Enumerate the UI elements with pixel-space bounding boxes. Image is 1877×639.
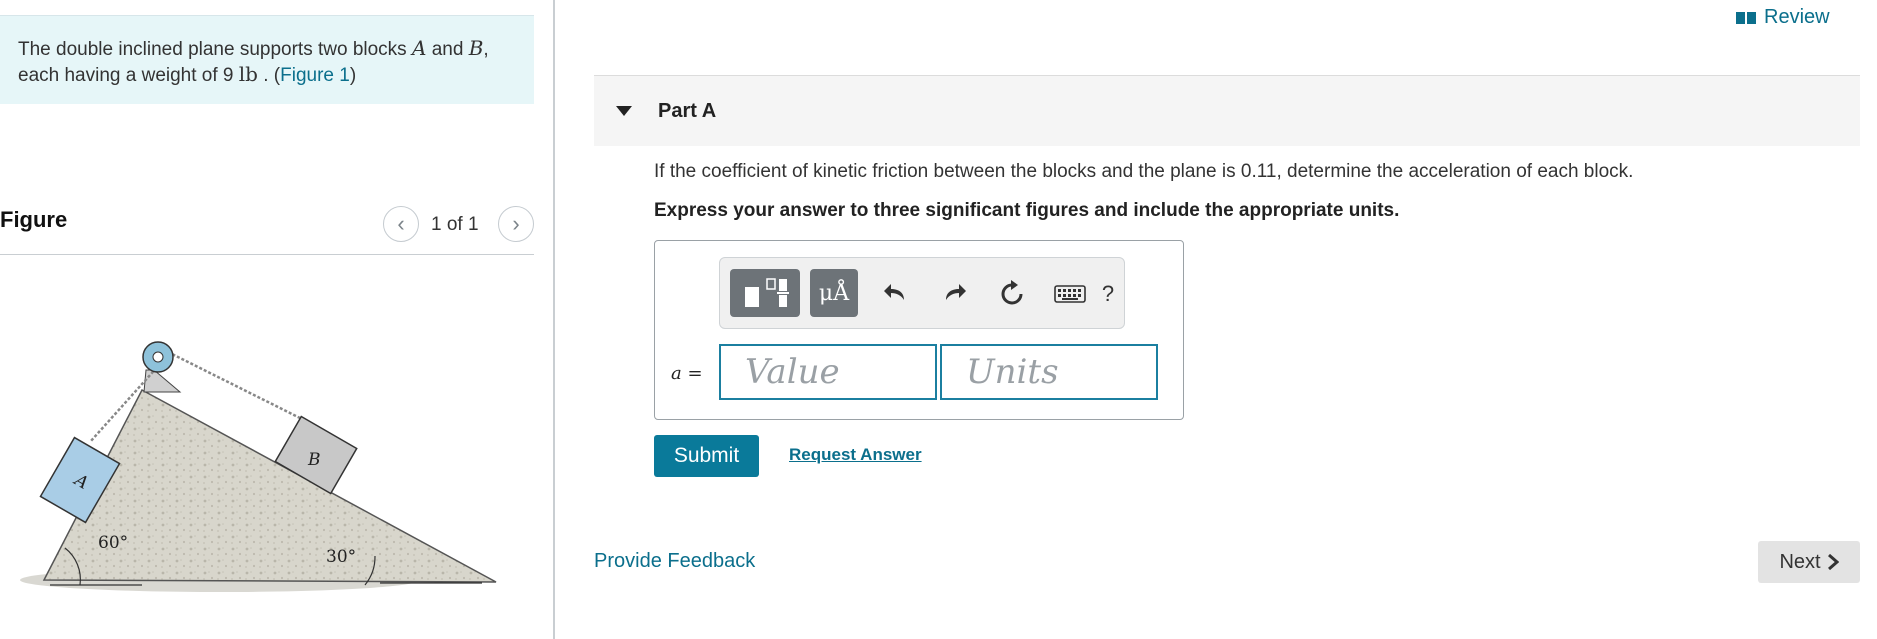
problem-text-part: and <box>426 39 469 60</box>
figure-link[interactable]: Figure 1 <box>280 65 350 86</box>
answer-box: μÅ ? a = Value Units <box>654 240 1184 420</box>
figure-pager: 1 of 1 <box>431 214 479 235</box>
problem-text-part: each having a weight of 9 <box>18 65 239 86</box>
chevron-right-icon <box>1827 554 1839 570</box>
next-figure-button[interactable]: › <box>498 206 534 242</box>
chevron-right-icon: › <box>512 211 520 236</box>
caret-down-icon[interactable] <box>616 106 632 116</box>
reset-icon <box>1001 280 1023 305</box>
pulley-support <box>143 369 182 393</box>
pulley-hub <box>152 351 164 363</box>
units-button[interactable]: μÅ <box>810 269 858 317</box>
problem-text-part: . ( <box>257 65 281 86</box>
chevron-left-icon: ‹ <box>397 211 405 236</box>
redo-button[interactable] <box>936 276 972 312</box>
prev-figure-button[interactable]: ‹ <box>383 206 419 242</box>
book-icon <box>1736 11 1756 24</box>
undo-icon <box>884 284 904 300</box>
problem-text: The double inclined plane supports two b… <box>18 36 523 88</box>
value-input[interactable]: Value <box>719 344 937 400</box>
math-toolbar: μÅ ? <box>719 257 1125 329</box>
angle-label-30: 30° <box>326 547 356 567</box>
problem-text-part: , <box>483 39 489 60</box>
var-b: B <box>468 36 484 60</box>
variable-text: a = <box>671 363 703 384</box>
left-panel: The double inclined plane supports two b… <box>0 0 553 639</box>
angle-label-60: 60° <box>98 533 128 553</box>
request-answer-link[interactable]: Request Answer <box>789 445 922 465</box>
problem-text-part: ) <box>349 65 357 86</box>
answer-variable-label: a = <box>671 363 703 384</box>
review-link[interactable]: Review <box>1736 6 1830 29</box>
undo-button[interactable] <box>878 276 914 312</box>
submit-button[interactable]: Submit <box>654 435 759 477</box>
next-label: Next <box>1779 550 1821 573</box>
figure-heading: Figure <box>0 207 68 232</box>
problem-text-part: The double inclined plane supports two b… <box>18 39 412 60</box>
keyboard-icon <box>1054 285 1086 303</box>
divider <box>0 254 534 255</box>
block-b-label: B <box>307 450 321 470</box>
panel-divider <box>553 0 555 639</box>
redo-icon <box>946 284 966 300</box>
templates-icon <box>745 278 789 307</box>
reset-button[interactable] <box>994 276 1030 312</box>
part-a-header[interactable]: Part A <box>594 75 1860 146</box>
help-button[interactable]: ? <box>1098 276 1118 312</box>
keyboard-button[interactable] <box>1050 276 1090 312</box>
problem-statement: The double inclined plane supports two b… <box>0 15 534 104</box>
provide-feedback-link[interactable]: Provide Feedback <box>594 550 755 573</box>
review-label: Review <box>1764 6 1830 28</box>
units-input[interactable]: Units <box>940 344 1158 400</box>
var-a: A <box>411 36 427 60</box>
weight-unit: lb <box>238 62 258 86</box>
part-title: Part A <box>658 100 717 122</box>
next-button[interactable]: Next <box>1758 541 1860 583</box>
instruction-text: Express your answer to three significant… <box>654 200 1400 221</box>
double-inclined-plane-figure: A B 60° 30° <box>20 341 497 592</box>
templates-button[interactable] <box>730 269 800 317</box>
question-text: If the coefficient of kinetic friction b… <box>654 161 1634 182</box>
